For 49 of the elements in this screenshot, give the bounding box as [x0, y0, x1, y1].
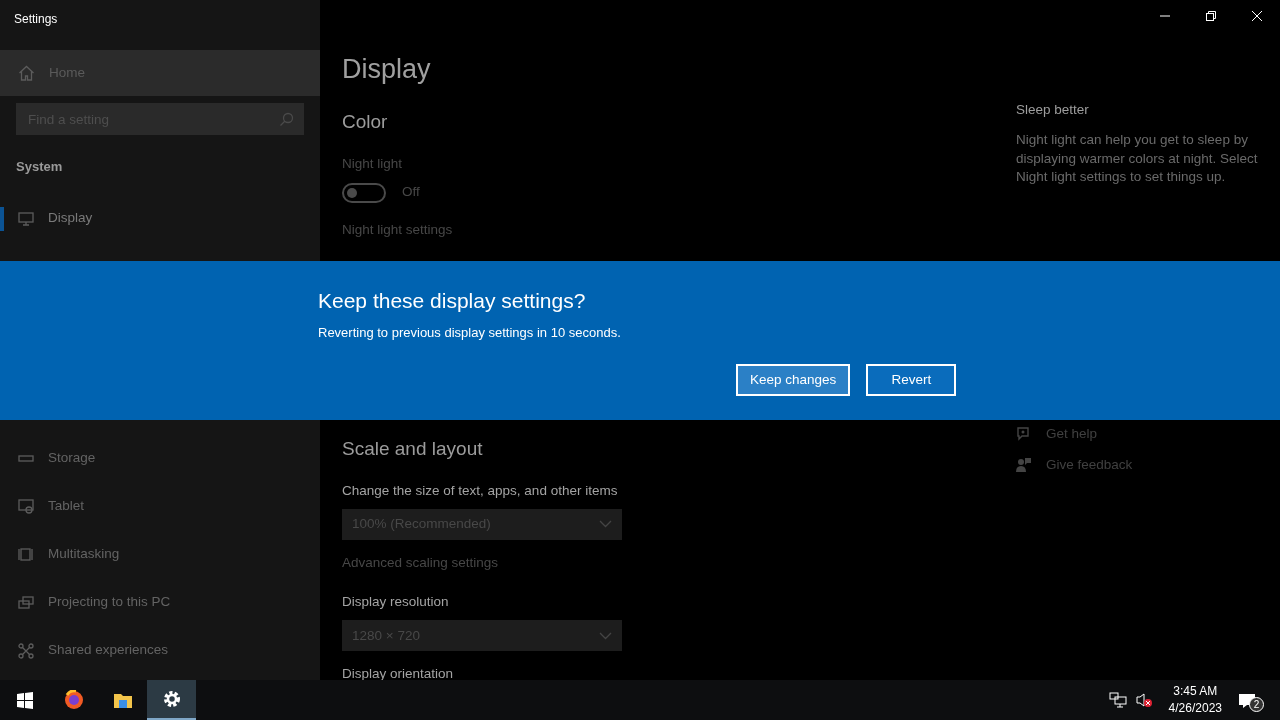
help-link[interactable]: Give feedback	[1016, 449, 1280, 481]
help-icon	[1016, 426, 1032, 443]
share-icon	[18, 642, 34, 659]
nav-item[interactable]: Storage	[0, 434, 320, 483]
section-heading: Scale and layout	[342, 437, 484, 461]
network-icon	[1108, 692, 1127, 708]
monitor-icon	[18, 210, 34, 227]
nav-item[interactable]: Projecting to this PC	[0, 578, 320, 627]
notification-count: 2	[1249, 697, 1264, 712]
setting-label: Display resolution	[342, 593, 450, 612]
close-icon[interactable]	[1252, 11, 1262, 21]
multitasking-icon	[18, 546, 34, 563]
gear-icon	[161, 689, 182, 709]
aside-title: Sleep better	[1016, 101, 1090, 119]
chevron-icon	[599, 632, 612, 640]
settings-link[interactable]: Night light settings	[342, 219, 994, 240]
section-heading: System	[15, 158, 64, 176]
section-heading: Color	[342, 111, 389, 135]
page-title: Display	[342, 53, 432, 86]
projector-icon	[18, 594, 34, 611]
toggle-state: Off	[402, 183, 420, 202]
home-icon	[18, 65, 35, 81]
window-title: Settings	[13, 11, 59, 28]
notification-button[interactable]: 2	[1238, 688, 1264, 712]
chevron-icon	[599, 520, 612, 529]
settings-link[interactable]: Advanced scaling settings	[342, 553, 994, 574]
muted-speaker-icon	[1134, 692, 1153, 708]
nav-item[interactable]: Display	[0, 194, 320, 243]
search-icon	[279, 112, 294, 127]
dialog-message: Reverting to previous display settings in 10 seconds.	[318, 323, 622, 342]
taskbar-app[interactable]	[147, 680, 196, 720]
nav-item[interactable]: Tablet	[0, 482, 320, 531]
setting-label: Night light	[342, 155, 404, 174]
windows-icon	[15, 691, 34, 709]
aside-text: Night light can help you get to sleep by displaying warmer colors at night. Select Night light settings to set things up.	[1016, 131, 1259, 187]
setting-label: Change the size of text, apps, and other items	[342, 481, 619, 500]
dialog-button[interactable]: Keep changes	[736, 364, 851, 396]
clock-date: 4/26/2023	[1168, 700, 1222, 717]
nav-item[interactable]: Shared experiences	[0, 626, 320, 675]
help-link[interactable]: Get help	[1016, 418, 1280, 450]
dialog-title: Keep these display settings?	[318, 288, 587, 314]
clock-time: 3:45 AM	[1172, 683, 1219, 700]
feedback-icon	[1016, 457, 1032, 474]
toggle-switch[interactable]	[342, 182, 386, 203]
dialog-button[interactable]: Revert	[866, 364, 957, 396]
nav-item[interactable]: Multitasking	[0, 530, 320, 579]
tablet-icon	[18, 498, 34, 515]
restore-icon[interactable]	[1206, 11, 1216, 21]
browser-icon	[63, 690, 84, 710]
